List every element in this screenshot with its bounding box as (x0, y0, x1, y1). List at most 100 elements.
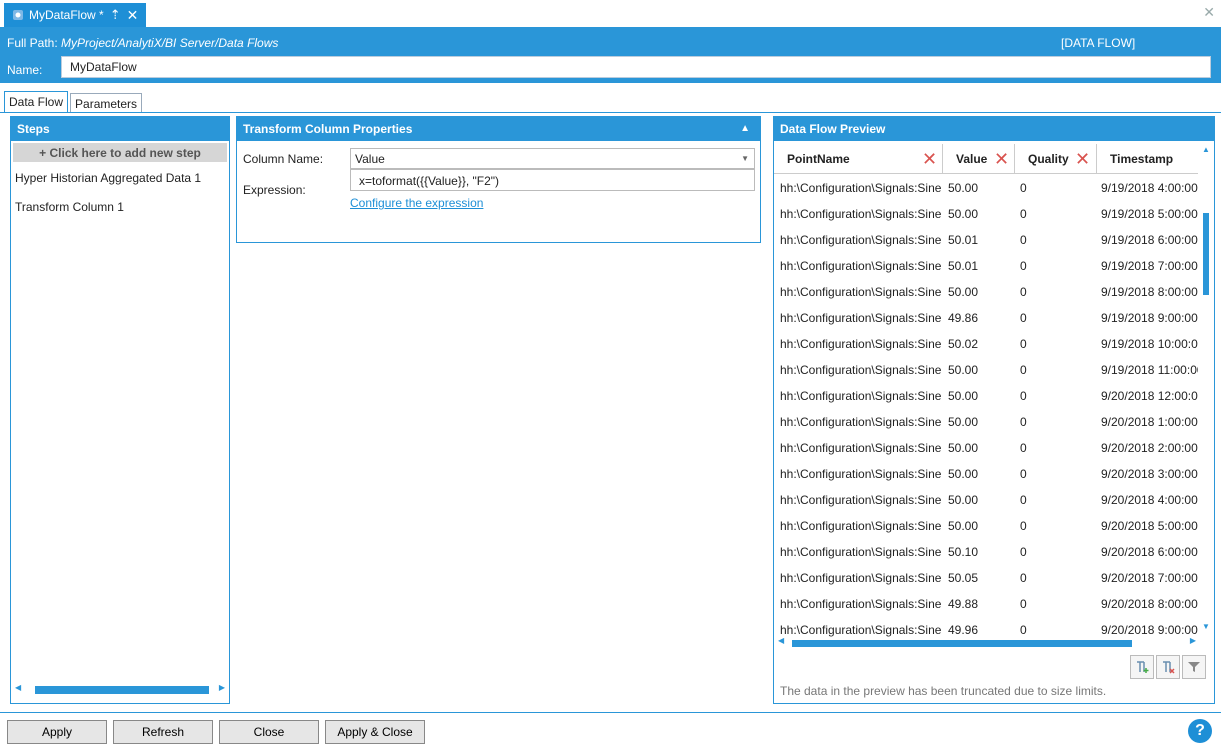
table-cell: 9/20/2018 1:00:00 (1101, 415, 1198, 429)
table-cell: hh:\Configuration\Signals:Sine (780, 285, 942, 299)
table-cell: 9/20/2018 6:00:00 (1101, 545, 1198, 559)
table-row[interactable]: hh:\Configuration\Signals:Sine 50.05 0 9/20… (774, 564, 1198, 590)
chevron-down-icon[interactable]: ▼ (741, 154, 749, 163)
table-cell: hh:\Configuration\Signals:Sine (780, 389, 942, 403)
table-cell: 50.00 (948, 181, 979, 195)
table-row[interactable]: hh:\Configuration\Signals:Sine 50.00 0 9/19… (774, 278, 1198, 304)
table-cell: hh:\Configuration\Signals:Sine (780, 519, 942, 533)
scrollbar-thumb[interactable] (1203, 213, 1209, 295)
table-cell: 50.00 (948, 519, 979, 533)
steps-title: Steps (11, 117, 229, 141)
preview-grid-body: hh:\Configuration\Signals:Sine 50.00 0 9/19… (774, 174, 1198, 642)
scroll-right-icon[interactable]: ▶ (1190, 636, 1196, 645)
scroll-up-icon[interactable]: ▲ (1202, 145, 1210, 154)
remove-column-icon[interactable]: ✕ (994, 144, 1009, 174)
column-name-value: Value (355, 152, 385, 166)
collapse-icon[interactable]: ▲ (740, 123, 750, 134)
table-cell: 50.05 (948, 571, 979, 585)
apply-button[interactable]: Apply (7, 720, 107, 744)
tab-divider (0, 112, 1221, 113)
remove-columns-button[interactable] (1156, 655, 1180, 679)
scrollbar-thumb[interactable] (792, 640, 1132, 647)
table-row[interactable]: hh:\Configuration\Signals:Sine 50.00 0 9/19… (774, 356, 1198, 382)
table-row[interactable]: hh:\Configuration\Signals:Sine 50.00 0 9/20… (774, 382, 1198, 408)
scroll-down-icon[interactable]: ▼ (1202, 622, 1210, 631)
column-name-select[interactable]: Value ▼ (350, 148, 755, 169)
table-cell: 0 (1020, 415, 1027, 429)
table-cell: 9/19/2018 8:00:00 (1101, 285, 1198, 299)
table-cell: 0 (1020, 467, 1027, 481)
column-header-label: Timestamp (1110, 152, 1174, 166)
column-header-label: Value (956, 152, 988, 166)
steps-horizontal-scrollbar[interactable]: ◀ ▶ (13, 683, 227, 695)
expression-label: Expression: (243, 183, 306, 197)
table-cell: hh:\Configuration\Signals:Sine (780, 493, 942, 507)
table-cell: 50.00 (948, 467, 979, 481)
table-row[interactable]: hh:\Configuration\Signals:Sine 50.00 0 9/19… (774, 200, 1198, 226)
column-header-timestamp[interactable]: Timestamp (1097, 144, 1198, 174)
add-column-button[interactable] (1130, 655, 1154, 679)
refresh-button[interactable]: Refresh (113, 720, 213, 744)
table-row[interactable]: hh:\Configuration\Signals:Sine 49.86 0 9/19… (774, 304, 1198, 330)
apply-close-button[interactable]: Apply & Close (325, 720, 425, 744)
name-label: Name: (7, 63, 43, 77)
table-cell: 0 (1020, 259, 1027, 273)
scroll-right-icon[interactable]: ▶ (219, 683, 225, 692)
table-row[interactable]: hh:\Configuration\Signals:Sine 50.10 0 9/20… (774, 538, 1198, 564)
configure-expression-link[interactable]: Configure the expression (350, 196, 483, 210)
table-row[interactable]: hh:\Configuration\Signals:Sine 49.88 0 9/20… (774, 590, 1198, 616)
full-path-label: Full Path: (7, 36, 58, 50)
table-row[interactable]: hh:\Configuration\Signals:Sine 50.01 0 9/19… (774, 252, 1198, 278)
table-cell: hh:\Configuration\Signals:Sine (780, 233, 942, 247)
table-cell: hh:\Configuration\Signals:Sine (780, 337, 942, 351)
object-kind: [DATA FLOW] (1061, 36, 1136, 50)
table-row[interactable]: hh:\Configuration\Signals:Sine 50.02 0 9/19… (774, 330, 1198, 356)
remove-column-icon[interactable]: ✕ (922, 144, 937, 174)
expression-input[interactable]: x=toformat({{Value}}, "F2") (350, 169, 755, 191)
filter-button[interactable] (1182, 655, 1206, 679)
table-cell: 0 (1020, 571, 1027, 585)
name-input[interactable] (61, 56, 1211, 78)
table-row[interactable]: hh:\Configuration\Signals:Sine 50.01 0 9/19… (774, 226, 1198, 252)
table-cell: 0 (1020, 311, 1027, 325)
scroll-left-icon[interactable]: ◀ (15, 683, 21, 692)
steps-panel: Steps + Click here to add new step Hyper… (10, 116, 230, 704)
table-cell: 9/19/2018 7:00:00 (1101, 259, 1198, 273)
scrollbar-thumb[interactable] (35, 686, 209, 694)
table-row[interactable]: hh:\Configuration\Signals:Sine 50.00 0 9/20… (774, 460, 1198, 486)
help-icon[interactable]: ? (1188, 719, 1212, 743)
table-row[interactable]: hh:\Configuration\Signals:Sine 50.00 0 9/20… (774, 408, 1198, 434)
document-tab[interactable]: MyDataFlow * ⇡ ✕ (4, 3, 146, 27)
truncated-note: The data in the preview has been truncat… (780, 684, 1107, 698)
table-cell: hh:\Configuration\Signals:Sine (780, 597, 942, 611)
table-cell: 50.00 (948, 493, 979, 507)
table-row[interactable]: hh:\Configuration\Signals:Sine 50.00 0 9/20… (774, 512, 1198, 538)
tab-data-flow[interactable]: Data Flow (4, 91, 69, 113)
pin-icon[interactable]: ⇡ (110, 7, 121, 23)
tab-parameters[interactable]: Parameters (70, 93, 143, 113)
preview-vertical-scrollbar[interactable]: ▲ ▼ (1200, 145, 1212, 631)
scroll-left-icon[interactable]: ◀ (778, 636, 784, 645)
table-row[interactable]: hh:\Configuration\Signals:Sine 50.00 0 9/20… (774, 486, 1198, 512)
remove-column-icon (1163, 661, 1175, 674)
add-step-button[interactable]: + Click here to add new step (13, 143, 227, 162)
close-window-icon[interactable]: ✕ (1203, 4, 1215, 21)
step-item-transform-column[interactable]: Transform Column 1 (11, 193, 229, 222)
table-cell: 9/20/2018 4:00:00 (1101, 493, 1198, 507)
table-cell: 0 (1020, 181, 1027, 195)
column-header-pointname[interactable]: PointName ✕ (774, 144, 943, 174)
preview-horizontal-scrollbar[interactable]: ◀ ▶ (776, 636, 1198, 648)
step-item-hyper-historian[interactable]: Hyper Historian Aggregated Data 1 (11, 164, 229, 193)
properties-title: Transform Column Properties ▲ (237, 117, 760, 141)
close-button[interactable]: Close (219, 720, 319, 744)
table-cell: 0 (1020, 363, 1027, 377)
table-cell: 0 (1020, 207, 1027, 221)
column-header-value[interactable]: Value ✕ (943, 144, 1015, 174)
close-tab-icon[interactable]: ✕ (127, 7, 139, 24)
table-cell: 0 (1020, 285, 1027, 299)
table-row[interactable]: hh:\Configuration\Signals:Sine 50.00 0 9/20… (774, 434, 1198, 460)
column-header-quality[interactable]: Quality ✕ (1015, 144, 1097, 174)
remove-column-icon[interactable]: ✕ (1075, 144, 1090, 174)
table-row[interactable]: hh:\Configuration\Signals:Sine 50.00 0 9/19… (774, 174, 1198, 200)
table-cell: 49.88 (948, 597, 979, 611)
